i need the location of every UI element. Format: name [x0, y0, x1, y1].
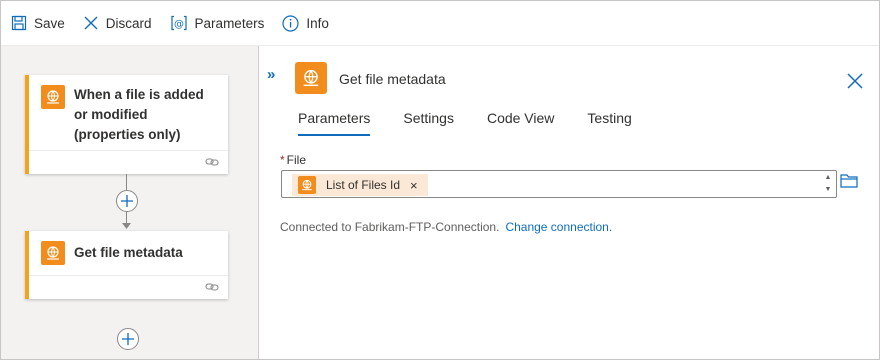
connection-text: Connected to Fabrikam-FTP-Connection. [280, 220, 500, 234]
trigger-card[interactable]: When a file is added or modified (proper… [25, 75, 228, 174]
add-step-button[interactable] [116, 190, 138, 212]
ftp-connector-icon [41, 241, 65, 265]
arrow-down-icon [122, 223, 131, 229]
change-connection-link[interactable]: Change connection. [505, 220, 612, 234]
scroll-spinner[interactable]: ▲ ▼ [822, 173, 834, 195]
save-icon [11, 15, 27, 31]
toolbar: Save Discard @ Parameters Info [1, 1, 879, 46]
token-label: List of Files Id [326, 178, 401, 192]
file-label-text: File [286, 153, 307, 167]
caret-down-icon[interactable]: ▼ [825, 185, 832, 195]
card-footer [29, 275, 228, 299]
discard-label: Discard [105, 15, 152, 31]
ftp-connector-icon [295, 62, 327, 94]
tab-code-view[interactable]: Code View [487, 106, 554, 136]
svg-text:@: @ [174, 19, 184, 30]
parameters-icon: @ [170, 15, 187, 31]
action-card-title: Get file metadata [74, 245, 183, 260]
discard-button[interactable]: Discard [83, 8, 152, 38]
plus-icon [121, 195, 133, 207]
card-footer [29, 150, 228, 174]
close-icon[interactable] [847, 73, 863, 89]
collapse-panel-icon[interactable]: » [267, 66, 275, 83]
action-details-panel: » Get file metadata Parameters Settings … [260, 46, 879, 359]
parameters-label: Parameters [194, 15, 265, 31]
connection-info: Connected to Fabrikam-FTP-Connection. Cha… [280, 220, 612, 234]
info-button[interactable]: Info [282, 8, 329, 38]
ftp-connector-icon [298, 176, 316, 194]
file-field-label: * File [280, 153, 306, 167]
parameters-button[interactable]: @ Parameters [170, 8, 265, 38]
info-label: Info [306, 15, 329, 31]
add-step-button[interactable] [117, 328, 139, 350]
action-card[interactable]: Get file metadata [25, 231, 228, 299]
folder-icon[interactable] [840, 173, 858, 188]
link-icon [205, 283, 219, 291]
plus-icon [122, 333, 134, 345]
panel-title: Get file metadata [339, 71, 446, 87]
dynamic-content-token[interactable]: List of Files Id × [292, 174, 428, 196]
tab-parameters[interactable]: Parameters [298, 106, 371, 136]
tab-settings[interactable]: Settings [403, 106, 454, 136]
remove-token-button[interactable]: × [410, 178, 418, 193]
file-input[interactable]: List of Files Id × ▲ ▼ [281, 170, 837, 198]
panel-tabs: Parameters Settings Code View Testing [298, 106, 665, 136]
ftp-connector-icon [41, 85, 65, 109]
trigger-card-title: When a file is added or modified (proper… [74, 87, 204, 142]
link-icon [205, 158, 219, 166]
info-icon [282, 14, 299, 32]
tab-testing[interactable]: Testing [587, 106, 631, 136]
discard-icon [84, 16, 98, 30]
save-label: Save [34, 15, 65, 31]
designer-canvas: When a file is added or modified (proper… [1, 46, 259, 359]
required-marker: * [280, 153, 285, 167]
save-button[interactable]: Save [11, 8, 65, 38]
caret-up-icon[interactable]: ▲ [825, 173, 832, 183]
